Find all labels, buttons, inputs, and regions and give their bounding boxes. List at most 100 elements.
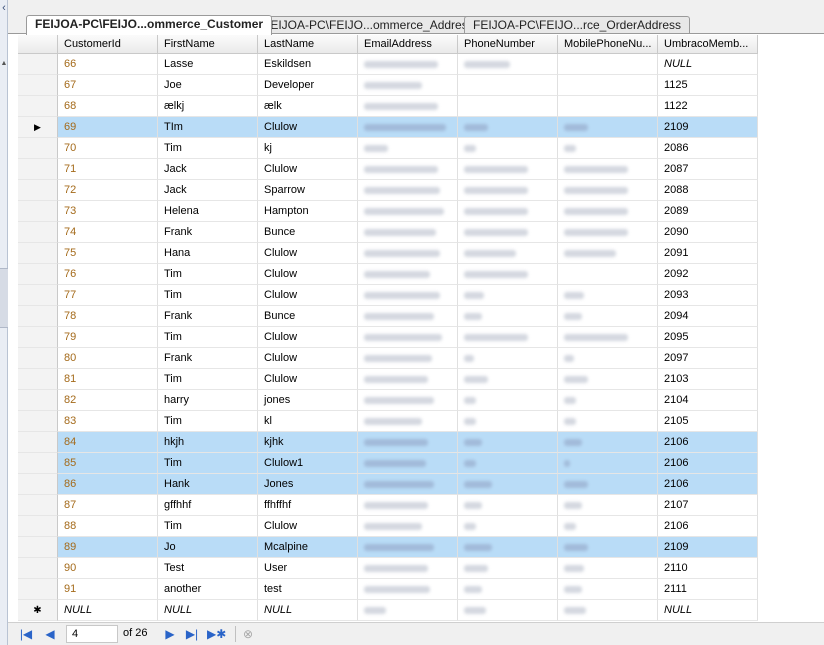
first-name-cell[interactable]: hkjh	[158, 432, 258, 453]
email-cell[interactable]	[358, 96, 458, 117]
phone-cell[interactable]	[458, 243, 558, 264]
row-selector[interactable]	[18, 54, 58, 75]
first-name-cell[interactable]: Tim	[158, 327, 258, 348]
first-name-cell[interactable]: Joe	[158, 75, 258, 96]
phone-cell[interactable]	[458, 264, 558, 285]
last-name-cell[interactable]: Clulow	[258, 327, 358, 348]
table-row[interactable]: 84 hkjh kjhk 2106	[18, 432, 758, 453]
row-selector[interactable]	[18, 201, 58, 222]
customer-id-cell[interactable]: 85	[58, 453, 158, 474]
email-cell[interactable]	[358, 54, 458, 75]
umbraco-member-cell[interactable]: 2104	[658, 390, 758, 411]
mobile-phone-cell[interactable]	[558, 453, 658, 474]
mobile-phone-cell[interactable]	[558, 201, 658, 222]
phone-cell[interactable]	[458, 516, 558, 537]
row-selector[interactable]	[18, 243, 58, 264]
phone-cell[interactable]	[458, 222, 558, 243]
customer-id-cell[interactable]: 66	[58, 54, 158, 75]
mobile-phone-cell[interactable]	[558, 54, 658, 75]
umbraco-member-cell[interactable]: 2088	[658, 180, 758, 201]
umbraco-member-cell[interactable]: NULL	[658, 54, 758, 75]
row-selector[interactable]	[18, 369, 58, 390]
email-cell[interactable]	[358, 516, 458, 537]
customer-id-cell[interactable]: 78	[58, 306, 158, 327]
umbraco-member-cell[interactable]: 1125	[658, 75, 758, 96]
new-row-redacted-cell[interactable]	[558, 600, 658, 621]
first-name-cell[interactable]: Tim	[158, 369, 258, 390]
mobile-phone-cell[interactable]	[558, 159, 658, 180]
table-row[interactable]: 88 Tim Clulow 2106	[18, 516, 758, 537]
email-cell[interactable]	[358, 537, 458, 558]
first-name-cell[interactable]: Tim	[158, 411, 258, 432]
table-row[interactable]: 70 Tim kj 2086	[18, 138, 758, 159]
table-row[interactable]: 78 Frank Bunce 2094	[18, 306, 758, 327]
first-name-cell[interactable]: Jo	[158, 537, 258, 558]
row-selector[interactable]	[18, 159, 58, 180]
row-selector[interactable]	[18, 327, 58, 348]
first-name-cell[interactable]: Hana	[158, 243, 258, 264]
new-row-selector[interactable]: ✱	[18, 600, 58, 621]
umbraco-member-cell[interactable]: 2093	[658, 285, 758, 306]
email-cell[interactable]	[358, 327, 458, 348]
umbraco-member-cell[interactable]: 2106	[658, 432, 758, 453]
umbraco-member-cell[interactable]: 2097	[658, 348, 758, 369]
mobile-phone-cell[interactable]	[558, 75, 658, 96]
last-name-cell[interactable]: jones	[258, 390, 358, 411]
email-cell[interactable]	[358, 75, 458, 96]
first-name-cell[interactable]: Tim	[158, 453, 258, 474]
umbraco-member-cell[interactable]: 2091	[658, 243, 758, 264]
customer-id-cell[interactable]: 83	[58, 411, 158, 432]
mobile-phone-cell[interactable]	[558, 537, 658, 558]
umbraco-member-cell[interactable]: 2106	[658, 516, 758, 537]
table-row[interactable]: 66 Lasse Eskildsen NULL	[18, 54, 758, 75]
customer-id-cell[interactable]: 68	[58, 96, 158, 117]
mobile-phone-cell[interactable]	[558, 390, 658, 411]
last-name-cell[interactable]: Eskildsen	[258, 54, 358, 75]
table-row[interactable]: 89 Jo Mcalpine 2109	[18, 537, 758, 558]
umbraco-member-cell[interactable]: 2109	[658, 537, 758, 558]
first-name-cell[interactable]: Jack	[158, 159, 258, 180]
mobile-phone-cell[interactable]	[558, 180, 658, 201]
phone-cell[interactable]	[458, 579, 558, 600]
phone-cell[interactable]	[458, 180, 558, 201]
first-name-cell[interactable]: Lasse	[158, 54, 258, 75]
email-cell[interactable]	[358, 369, 458, 390]
new-row-id-cell[interactable]: NULL	[58, 600, 158, 621]
mobile-phone-cell[interactable]	[558, 285, 658, 306]
row-selector[interactable]	[18, 222, 58, 243]
email-cell[interactable]	[358, 180, 458, 201]
mobile-phone-cell[interactable]	[558, 516, 658, 537]
last-name-cell[interactable]: Clulow	[258, 159, 358, 180]
last-name-cell[interactable]: kjhk	[258, 432, 358, 453]
last-name-cell[interactable]: Sparrow	[258, 180, 358, 201]
email-cell[interactable]	[358, 453, 458, 474]
phone-cell[interactable]	[458, 558, 558, 579]
table-row[interactable]: 86 Hank Jones 2106	[18, 474, 758, 495]
tab-order-address[interactable]: FEIJOA-PC\FEIJO...rce_OrderAddress	[464, 16, 691, 34]
next-page-icon[interactable]: ▶	[162, 626, 178, 642]
email-cell[interactable]	[358, 285, 458, 306]
phone-cell[interactable]	[458, 54, 558, 75]
customer-id-cell[interactable]: 76	[58, 264, 158, 285]
umbraco-member-cell[interactable]: 2107	[658, 495, 758, 516]
phone-cell[interactable]	[458, 411, 558, 432]
mobile-phone-cell[interactable]	[558, 348, 658, 369]
customer-id-cell[interactable]: 79	[58, 327, 158, 348]
last-name-cell[interactable]: Clulow	[258, 285, 358, 306]
row-selector[interactable]: ▶	[18, 117, 58, 138]
column-header-firstname[interactable]: FirstName	[158, 35, 258, 54]
table-row[interactable]: ▶ 69 TIm Clulow 2109	[18, 117, 758, 138]
mobile-phone-cell[interactable]	[558, 138, 658, 159]
customer-id-cell[interactable]: 91	[58, 579, 158, 600]
customer-id-cell[interactable]: 81	[58, 369, 158, 390]
umbraco-member-cell[interactable]: 2090	[658, 222, 758, 243]
first-name-cell[interactable]: harry	[158, 390, 258, 411]
last-name-cell[interactable]: Jones	[258, 474, 358, 495]
last-name-cell[interactable]: Clulow	[258, 264, 358, 285]
row-selector[interactable]	[18, 264, 58, 285]
last-name-cell[interactable]: Clulow	[258, 243, 358, 264]
table-row[interactable]: 82 harry jones 2104	[18, 390, 758, 411]
new-row-redacted-cell[interactable]	[358, 600, 458, 621]
email-cell[interactable]	[358, 558, 458, 579]
last-name-cell[interactable]: kj	[258, 138, 358, 159]
